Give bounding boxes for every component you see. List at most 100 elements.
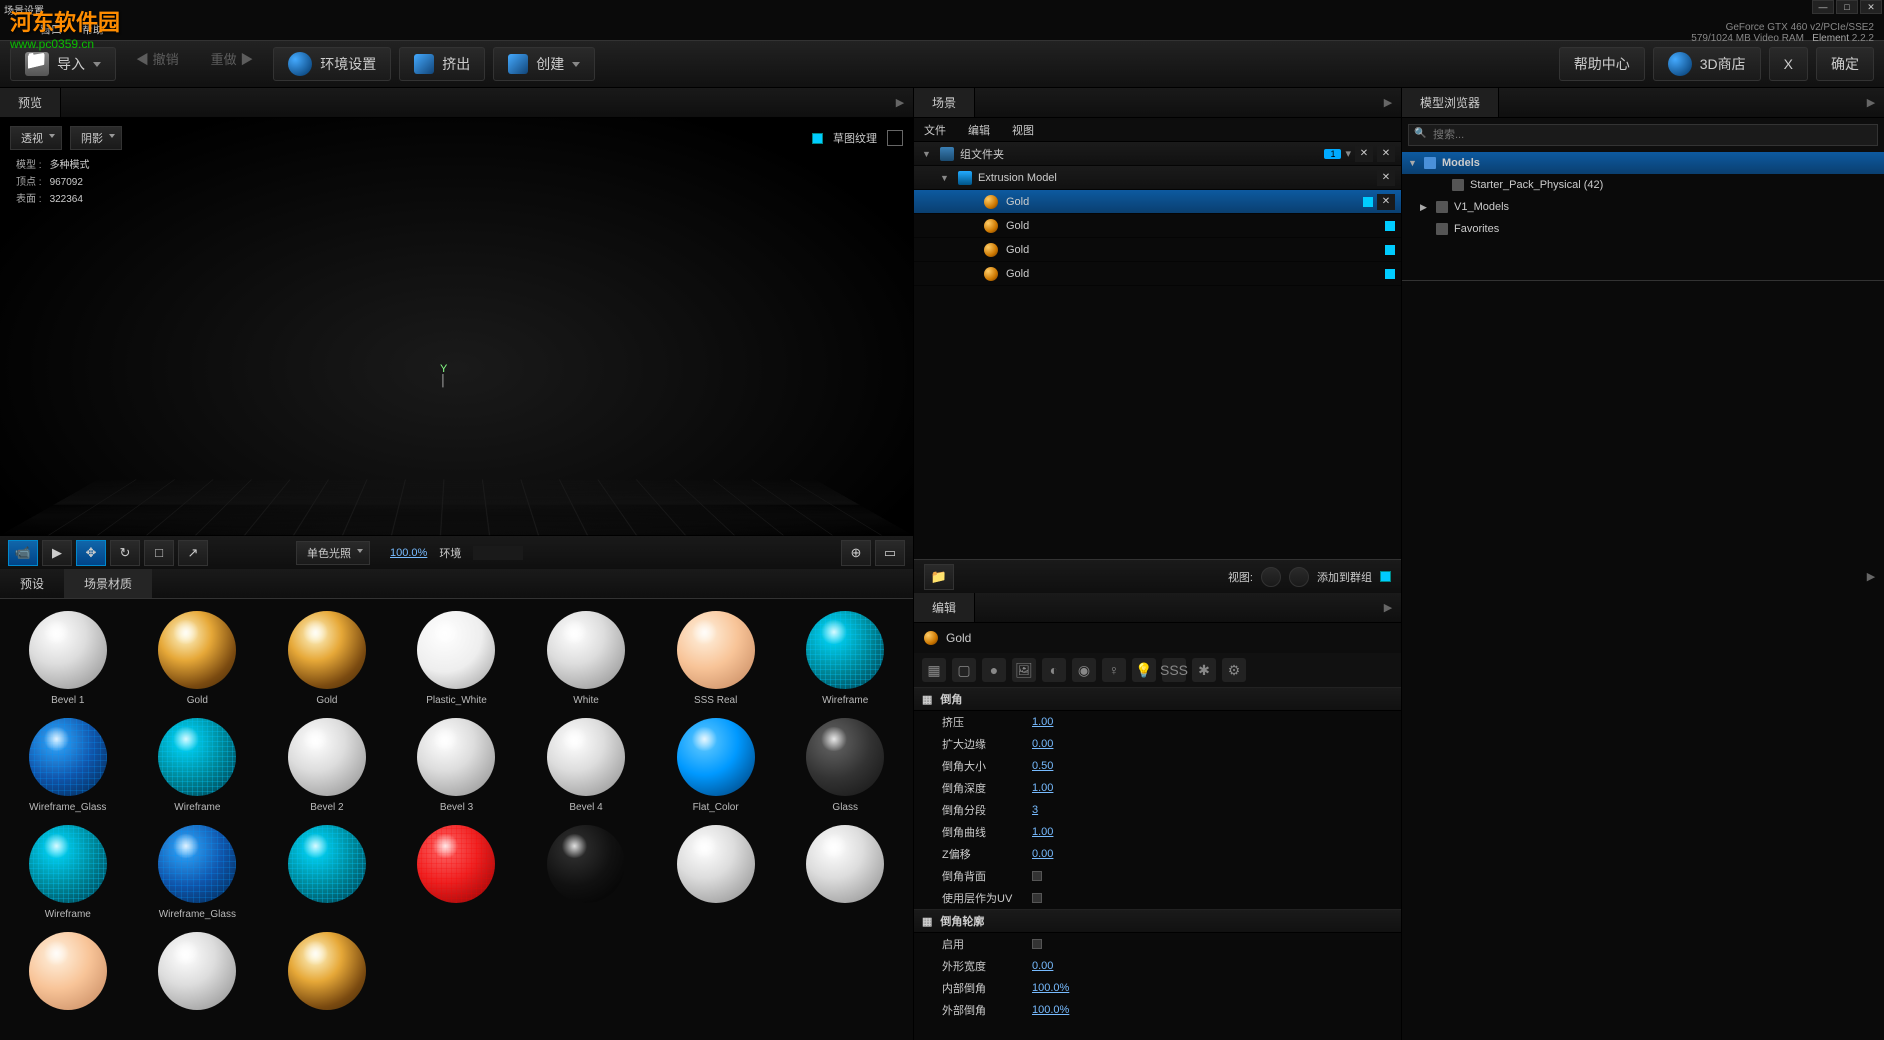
material-item[interactable]: Wireframe_Glass: [12, 718, 124, 813]
camera-tool[interactable]: 📹: [8, 540, 38, 566]
view-mode-1[interactable]: [1261, 567, 1281, 587]
material-item[interactable]: Gold: [271, 611, 383, 706]
material-item[interactable]: Wireframe_Glass: [142, 825, 254, 920]
material-item[interactable]: Bevel 4: [530, 718, 642, 813]
tab-icon-settings[interactable]: ⚙: [1222, 658, 1246, 682]
property-value[interactable]: 0.00: [1032, 848, 1053, 860]
tab-icon-sss[interactable]: SSS: [1162, 658, 1186, 682]
tab-scene-materials[interactable]: 场景材质: [64, 569, 152, 598]
scene-view[interactable]: 视图: [1012, 122, 1034, 138]
tab-icon-reflect[interactable]: ◐: [1042, 658, 1066, 682]
shadow-dropdown[interactable]: 阴影: [70, 126, 122, 150]
material-item[interactable]: Bevel 3: [401, 718, 513, 813]
panel-collapse-icon[interactable]: ▶: [1381, 96, 1395, 110]
property-checkbox[interactable]: [1032, 871, 1042, 881]
property-checkbox[interactable]: [1032, 893, 1042, 903]
tree-material-item[interactable]: Gold: [914, 262, 1401, 286]
material-item[interactable]: Gold: [142, 611, 254, 706]
delete-icon[interactable]: ✕: [1377, 146, 1395, 162]
property-value[interactable]: 3: [1032, 804, 1038, 816]
display-tool[interactable]: ▭: [875, 540, 905, 566]
material-item[interactable]: [142, 932, 254, 1016]
tab-icon-illum[interactable]: ♀: [1102, 658, 1126, 682]
panel-collapse-icon[interactable]: ▶: [1864, 96, 1878, 110]
property-checkbox[interactable]: [1032, 939, 1042, 949]
opacity-value[interactable]: 100.0%: [390, 547, 427, 559]
projection-dropdown[interactable]: 透视: [10, 126, 62, 150]
tab-icon-diffuse[interactable]: ●: [982, 658, 1006, 682]
preview-viewport[interactable]: 透视 阴影 草图纹理 模型 :多种模式 顶点 :967092 表面 :32236…: [0, 118, 913, 535]
menu-window[interactable]: 窗口: [40, 21, 62, 37]
material-item[interactable]: Bevel 1: [12, 611, 124, 706]
view-mode-2[interactable]: [1289, 567, 1309, 587]
scene-edit[interactable]: 编辑: [968, 122, 990, 138]
tab-icon-light[interactable]: 💡: [1132, 658, 1156, 682]
model-tree-item[interactable]: ▶V1_Models: [1402, 196, 1884, 218]
window-max-button[interactable]: □: [1836, 0, 1858, 14]
menu-help[interactable]: 帮助: [82, 21, 104, 37]
material-item[interactable]: Plastic_White: [401, 611, 513, 706]
material-item[interactable]: [789, 825, 901, 920]
help-center-button[interactable]: 帮助中心: [1559, 47, 1645, 81]
property-value[interactable]: 1.00: [1032, 782, 1053, 794]
property-value[interactable]: 100.0%: [1032, 1004, 1069, 1016]
delete-icon[interactable]: ✕: [1377, 194, 1395, 210]
visibility-checkbox[interactable]: [1385, 221, 1395, 231]
property-value[interactable]: 1.00: [1032, 826, 1053, 838]
folder-button[interactable]: 📁: [924, 564, 954, 590]
tree-material-item[interactable]: Gold: [914, 214, 1401, 238]
material-item[interactable]: Flat_Color: [660, 718, 772, 813]
property-value[interactable]: 0.50: [1032, 760, 1053, 772]
material-item[interactable]: [12, 932, 124, 1016]
material-item[interactable]: Wireframe: [12, 825, 124, 920]
material-item[interactable]: Bevel 2: [271, 718, 383, 813]
edit-tab[interactable]: 编辑: [914, 593, 975, 622]
scene-tab[interactable]: 场景: [914, 88, 975, 117]
material-item[interactable]: SSS Real: [660, 611, 772, 706]
section-contour[interactable]: ▦倒角轮廓: [914, 909, 1401, 933]
rotate-tool[interactable]: ↻: [110, 540, 140, 566]
tree-extrusion-model[interactable]: ▼ Extrusion Model ✕: [914, 166, 1401, 190]
move-tool[interactable]: ✥: [76, 540, 106, 566]
section-bevel[interactable]: ▦倒角: [914, 687, 1401, 711]
panel-collapse-icon[interactable]: ▶: [1381, 601, 1395, 615]
scale-tool[interactable]: □: [144, 540, 174, 566]
panel-collapse-icon[interactable]: ▶: [1864, 569, 1878, 583]
target-tool[interactable]: ⊕: [841, 540, 871, 566]
tab-icon-texture[interactable]: ▢: [952, 658, 976, 682]
tab-icon-glossy[interactable]: ◉: [1072, 658, 1096, 682]
shading-dropdown[interactable]: 单色光照: [296, 541, 370, 565]
visibility-checkbox[interactable]: [1385, 269, 1395, 279]
material-item[interactable]: White: [530, 611, 642, 706]
visibility-checkbox[interactable]: [1385, 245, 1395, 255]
scene-file[interactable]: 文件: [924, 122, 946, 138]
material-item[interactable]: [530, 825, 642, 920]
property-value[interactable]: 0.00: [1032, 960, 1053, 972]
tab-icon-fog[interactable]: ✱: [1192, 658, 1216, 682]
panel-collapse-icon[interactable]: ▶: [893, 96, 907, 110]
env-slider[interactable]: [473, 546, 523, 560]
tree-material-item[interactable]: Gold✕: [914, 190, 1401, 214]
material-item[interactable]: [271, 825, 383, 920]
visibility-checkbox[interactable]: [1363, 197, 1373, 207]
preview-tab[interactable]: 预览: [0, 88, 61, 117]
tab-icon-basic[interactable]: ▦: [922, 658, 946, 682]
extrude-button[interactable]: 挤出: [399, 47, 485, 81]
addgroup-checkbox[interactable]: [1380, 571, 1391, 582]
window-min-button[interactable]: —: [1812, 0, 1834, 14]
transform-tool[interactable]: ↗: [178, 540, 208, 566]
create-button[interactable]: 创建: [493, 47, 595, 81]
tab-preset[interactable]: 预设: [0, 569, 64, 598]
search-input[interactable]: [1408, 124, 1878, 146]
model-tree-item[interactable]: Favorites: [1402, 218, 1884, 240]
material-item[interactable]: Wireframe: [789, 611, 901, 706]
material-item[interactable]: [660, 825, 772, 920]
undo-button[interactable]: ◀ 撤销: [124, 49, 191, 79]
expand-icon[interactable]: [887, 130, 903, 146]
material-item[interactable]: Wireframe: [142, 718, 254, 813]
environment-button[interactable]: 环境设置: [273, 47, 391, 81]
store-button[interactable]: 3D商店: [1653, 47, 1761, 81]
browser-tab[interactable]: 模型浏览器: [1402, 88, 1499, 117]
property-value[interactable]: 1.00: [1032, 716, 1053, 728]
model-tree-item[interactable]: Starter_Pack_Physical (42): [1402, 174, 1884, 196]
